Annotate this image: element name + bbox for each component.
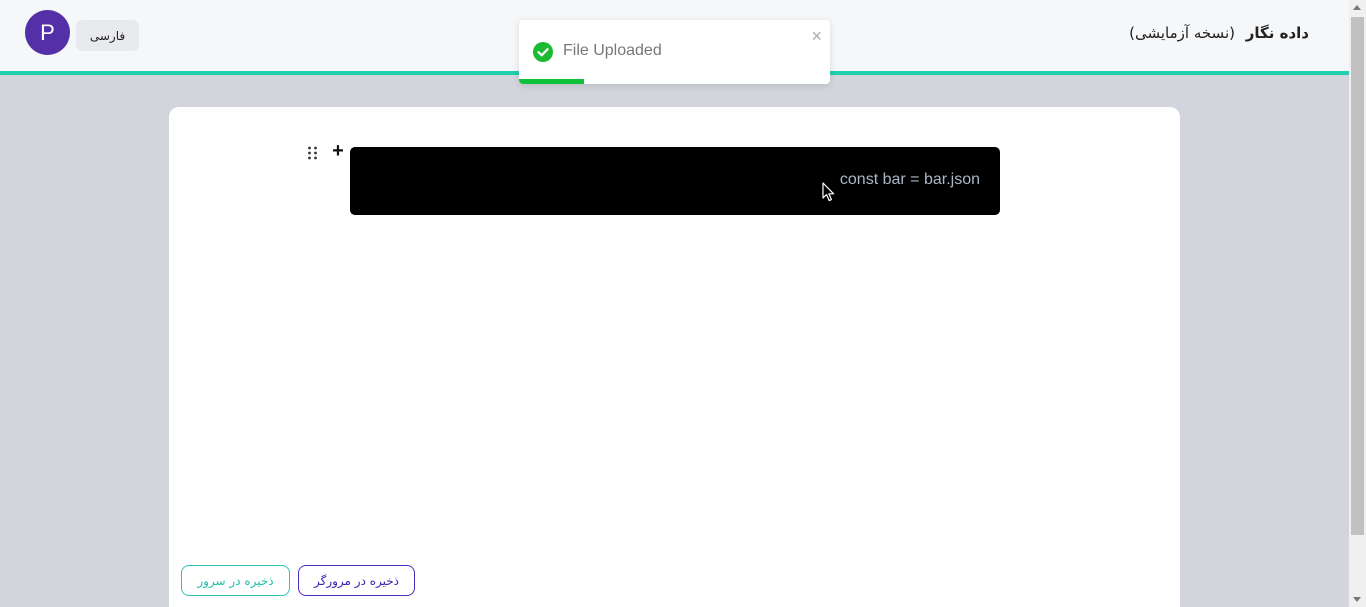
code-text[interactable]: const bar = bar.json: [840, 171, 980, 189]
scroll-down-icon[interactable]: [1353, 597, 1361, 602]
app-brand: داده نگار (نسخه آزمایشی): [1129, 24, 1309, 42]
save-to-server-button[interactable]: ذخیره در سرور: [181, 565, 290, 596]
code-block[interactable]: const bar = bar.json: [350, 147, 1000, 215]
toast-progress-bar: [519, 79, 585, 84]
drag-handle-icon[interactable]: [307, 145, 319, 160]
brand-name: داده نگار: [1245, 24, 1309, 42]
user-avatar[interactable]: P: [25, 10, 70, 55]
scrollbar-thumb[interactable]: [1351, 17, 1364, 535]
editor-card: + const bar = bar.json ذخیره در سرور ذخی…: [169, 107, 1180, 607]
brand-tag: (نسخه آزمایشی): [1129, 24, 1235, 42]
mouse-cursor-icon: [822, 182, 835, 207]
toast-message: File Uploaded: [563, 42, 662, 59]
scroll-up-icon[interactable]: [1353, 5, 1361, 10]
save-to-browser-button[interactable]: ذخیره در مرورگر: [298, 565, 415, 596]
language-button[interactable]: فارسی: [76, 20, 139, 51]
check-circle-icon: [533, 42, 553, 62]
upload-toast: File Uploaded ×: [519, 20, 830, 84]
close-icon[interactable]: ×: [811, 26, 822, 46]
add-block-button[interactable]: +: [329, 141, 347, 161]
vertical-scrollbar[interactable]: [1349, 0, 1366, 607]
